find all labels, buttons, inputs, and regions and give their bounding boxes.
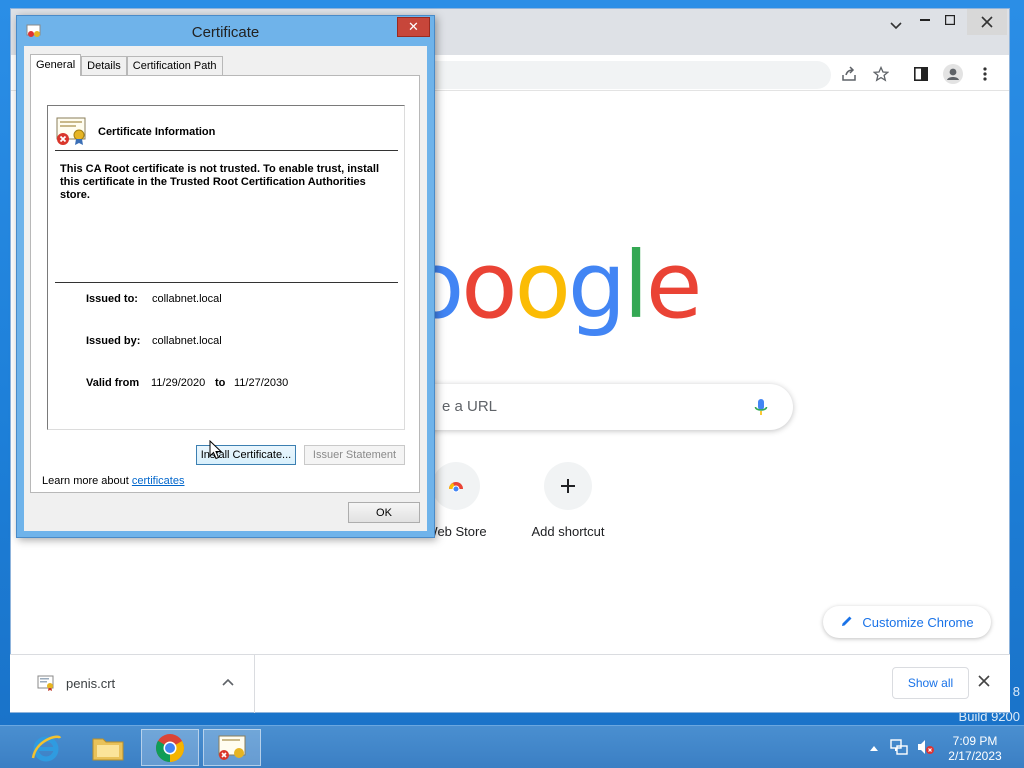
close-download-bar-icon[interactable]	[978, 671, 990, 692]
system-clock[interactable]: 7:09 PM 2/17/2023	[940, 734, 1010, 764]
valid-to-label: to	[215, 377, 226, 389]
maximize-icon[interactable]	[936, 7, 964, 33]
customize-chrome-button[interactable]: Customize Chrome	[823, 606, 991, 638]
dialog-title: Certificate	[191, 24, 260, 41]
close-window-icon[interactable]	[967, 9, 1007, 35]
menu-kebab-icon[interactable]	[973, 62, 997, 86]
shortcut-label: Add shortcut	[531, 524, 605, 539]
file-explorer-icon[interactable]	[79, 729, 137, 766]
dialog-body: General Details Certification Path Certi…	[24, 46, 427, 531]
learn-more-prefix: Learn more about	[42, 475, 129, 487]
valid-from-label: Valid from	[86, 377, 140, 389]
dialog-titlebar[interactable]: Certificate ✕	[17, 16, 434, 46]
customize-label: Customize Chrome	[862, 614, 974, 630]
mouse-cursor-icon	[209, 439, 223, 460]
download-item[interactable]: penis.crt	[10, 655, 255, 713]
bookmark-star-icon[interactable]	[869, 62, 893, 86]
chrome-web-store-icon	[432, 462, 480, 510]
untrusted-certificate-icon	[55, 115, 89, 147]
tab-certification-path[interactable]: Certification Path	[126, 56, 223, 76]
profile-avatar-icon[interactable]	[941, 62, 965, 86]
certificate-file-icon	[37, 674, 55, 695]
plus-icon	[544, 462, 592, 510]
search-box[interactable]: e a URL	[380, 384, 793, 430]
issued-to-label: Issued to:	[86, 293, 138, 305]
minimize-icon[interactable]	[911, 7, 939, 33]
issued-by-label: Issued by:	[86, 335, 141, 347]
certificate-dialog: Certificate ✕ General Details Certificat…	[16, 15, 435, 538]
clock-time: 7:09 PM	[952, 734, 998, 748]
divider	[55, 150, 398, 151]
volume-muted-icon[interactable]	[916, 738, 934, 759]
side-panel-icon[interactable]	[909, 62, 933, 86]
issued-to-value: collabnet.local	[152, 293, 222, 305]
clock-date: 2/17/2023	[948, 749, 1002, 763]
show-hidden-icons-icon[interactable]	[870, 740, 878, 754]
certificate-taskbar-icon[interactable]	[203, 729, 261, 766]
microphone-icon[interactable]	[751, 397, 771, 417]
general-tab-panel: Certificate Information This CA Root cer…	[30, 75, 420, 493]
certificate-info-heading: Certificate Information	[98, 126, 216, 138]
issuer-statement-button[interactable]: Issuer Statement	[304, 445, 405, 465]
tab-details[interactable]: Details	[81, 56, 127, 76]
learn-more-text: Learn more about certificates	[42, 475, 184, 487]
tab-strip: General Details Certification Path	[30, 54, 223, 76]
tab-search-chevron-icon[interactable]	[881, 13, 911, 39]
download-shelf: penis.crt Show all	[10, 654, 1010, 713]
address-bar[interactable]	[411, 61, 831, 89]
chevron-up-icon[interactable]	[222, 673, 234, 689]
divider	[55, 282, 398, 283]
certificate-info-box: Certificate Information This CA Root cer…	[47, 105, 405, 430]
chrome-icon[interactable]	[141, 729, 199, 766]
windows-watermark-version: 8	[1012, 684, 1020, 699]
network-icon[interactable]	[890, 738, 908, 759]
certificates-link[interactable]: certificates	[132, 475, 185, 487]
internet-explorer-icon[interactable]	[17, 729, 75, 766]
share-icon[interactable]	[837, 62, 861, 86]
search-placeholder: e a URL	[442, 398, 498, 415]
google-logo: ooogle	[408, 232, 702, 339]
close-icon[interactable]: ✕	[397, 17, 430, 37]
tab-general[interactable]: General	[30, 54, 82, 76]
trust-warning-text: This CA Root certificate is not trusted.…	[60, 163, 380, 201]
pencil-icon	[840, 614, 854, 631]
issued-by-value: collabnet.local	[152, 335, 222, 347]
taskbar: 7:09 PM 2/17/2023	[0, 725, 1024, 768]
valid-to-value: 11/27/2030	[234, 377, 289, 389]
ok-button[interactable]: OK	[348, 502, 420, 523]
shortcut-add[interactable]: Add shortcut	[513, 462, 623, 539]
show-all-button[interactable]: Show all	[892, 667, 969, 699]
valid-from-value: 11/29/2020	[151, 377, 206, 389]
download-file-name: penis.crt	[66, 676, 116, 691]
